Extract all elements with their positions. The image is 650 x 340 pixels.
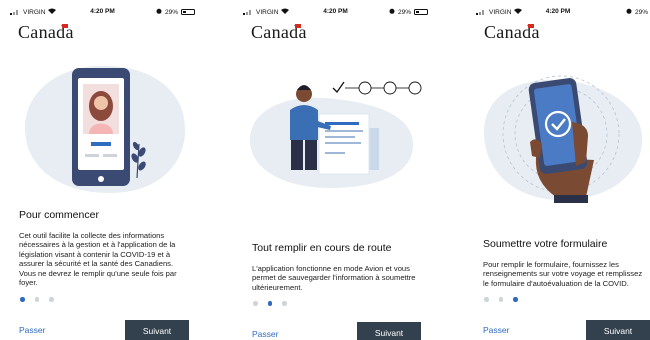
page-dot-3[interactable]	[513, 297, 518, 302]
canada-wordmark: Canada	[251, 22, 307, 42]
page-dot-2[interactable]	[34, 297, 39, 302]
page-indicator	[20, 297, 54, 302]
alarm-icon	[626, 8, 632, 16]
battery-percentage: 29%	[164, 8, 178, 16]
submit-illustration	[484, 75, 643, 203]
onboarding-screen-3: VIRGIN 4:20 PM 29% Canada Soumettre votr…	[466, 0, 650, 340]
next-button[interactable]: Suivant	[586, 320, 650, 340]
canada-flag-icon	[295, 24, 301, 28]
page-indicator	[253, 301, 287, 306]
progress-illustration	[250, 81, 422, 188]
page-dot-1[interactable]	[484, 297, 489, 302]
skip-button[interactable]: Passer	[483, 325, 509, 335]
battery-percentage: 29%	[397, 8, 411, 16]
screen-description: L'application fonctionne en mode Avion e…	[252, 264, 416, 292]
battery-icon	[181, 9, 195, 15]
canada-wordmark: Canada	[18, 22, 74, 42]
next-button[interactable]: Suivant	[125, 320, 189, 340]
onboarding-screen-1: VIRGIN 4:20 PM 29% Canada Pour commencer…	[0, 0, 205, 340]
screen-title: Soumettre votre formulaire	[483, 238, 608, 250]
onboarding-screen-2: VIRGIN 4:20 PM 29% Canada Tout remplir e…	[233, 0, 438, 340]
screen-description: Pour remplir le formulaire, fournissez l…	[483, 260, 643, 288]
page-indicator	[484, 297, 518, 302]
page-dot-3[interactable]	[49, 297, 54, 302]
next-button[interactable]: Suivant	[357, 322, 421, 340]
page-dot-1[interactable]	[20, 297, 25, 302]
status-bar: VIRGIN 4:20 PM 29%	[233, 0, 438, 22]
alarm-icon	[156, 8, 162, 16]
phone-illustration	[25, 65, 186, 193]
screen-title: Pour commencer	[19, 209, 99, 221]
alarm-icon	[389, 8, 395, 16]
battery-icon	[414, 9, 428, 15]
status-bar: VIRGIN 4:20 PM 29%	[0, 0, 205, 22]
skip-button[interactable]: Passer	[19, 325, 45, 335]
status-bar: VIRGIN 4:20 PM 29%	[466, 0, 650, 22]
clock: 4:20 PM	[545, 8, 571, 15]
canada-flag-icon	[62, 24, 68, 28]
page-dot-2[interactable]	[498, 297, 503, 302]
skip-button[interactable]: Passer	[252, 329, 278, 339]
battery-percentage: 29%	[634, 8, 648, 16]
screen-description: Cet outil facilite la collecte des infor…	[19, 231, 177, 288]
page-dot-1[interactable]	[253, 301, 258, 306]
canada-flag-icon	[528, 24, 534, 28]
page-dot-2[interactable]	[267, 301, 272, 306]
screen-title: Tout remplir en cours de route	[252, 242, 392, 254]
canada-wordmark: Canada	[484, 22, 540, 42]
page-dot-3[interactable]	[282, 301, 287, 306]
